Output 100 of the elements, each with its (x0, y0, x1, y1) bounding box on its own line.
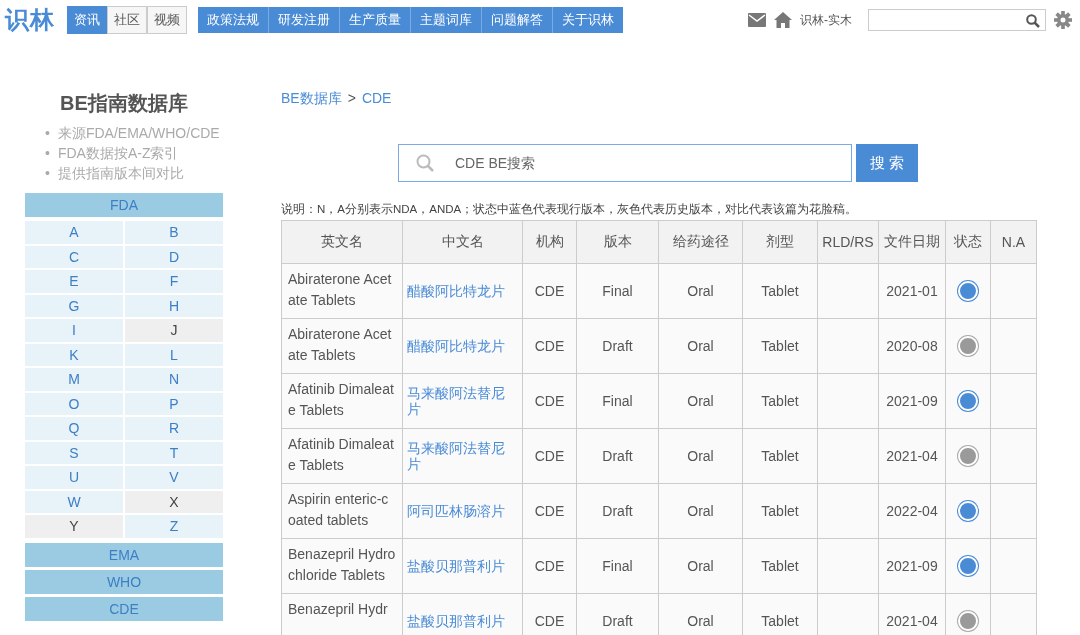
feature-item: 来源FDA/EMA/WHO/CDE (57, 124, 220, 143)
table-cell: Tablet (742, 538, 818, 594)
sidebar-title: BE指南数据库 (59, 91, 189, 116)
breadcrumb-link[interactable]: BE数据库 (281, 90, 342, 108)
letter-index[interactable]: X (125, 490, 223, 513)
search-button[interactable]: 搜 索 (856, 144, 918, 182)
table-cell: Final (576, 263, 659, 319)
letter-index[interactable]: M (25, 368, 123, 391)
mail-icon[interactable] (748, 13, 766, 27)
nav-item[interactable]: 主题词库 (411, 7, 482, 33)
drug-link[interactable]: 阿司匹林肠溶片 (402, 483, 523, 539)
column-header: 机构 (522, 220, 577, 264)
nav-item[interactable]: 关于识林 (553, 7, 623, 33)
table-cell: CDE (522, 428, 577, 484)
search-field[interactable] (868, 9, 1046, 31)
status-dot[interactable] (958, 611, 978, 631)
settings-icon[interactable] (1054, 11, 1072, 29)
feature-item: FDA数据按A-Z索引 (57, 144, 179, 163)
letter-index[interactable]: F (125, 270, 223, 293)
user-name[interactable]: 识林-实木 (800, 11, 852, 29)
letter-index[interactable]: E (25, 270, 123, 293)
category-tab[interactable]: 资讯 (67, 6, 107, 34)
status-dot[interactable] (958, 501, 978, 521)
search-icon[interactable] (1026, 14, 1040, 28)
letter-index[interactable]: A (25, 221, 123, 244)
table-cell: CDE (522, 538, 577, 594)
table-cell: Oral (658, 318, 743, 374)
letter-index[interactable]: T (125, 441, 223, 464)
legend-note: 说明：N，A分别表示NDA，ANDA；状态中蓝色代表现行版本，灰色代表历史版本，对比代表该篇为花脸稿。 (281, 202, 859, 217)
search-field[interactable]: CDE BE搜索 (398, 144, 852, 182)
breadcrumb-link[interactable]: CDE (361, 90, 392, 108)
letter-index[interactable]: C (25, 245, 123, 268)
nav-item[interactable]: 研发注册 (269, 7, 340, 33)
letter-index[interactable]: R (125, 417, 223, 440)
letter-index[interactable]: Y (25, 515, 123, 538)
nav-item[interactable]: 问题解答 (482, 7, 553, 33)
letter-index[interactable]: N (125, 368, 223, 391)
table-cell: Draft (576, 428, 659, 484)
site-logo[interactable]: 识林 (5, 4, 55, 36)
letter-index[interactable]: J (125, 319, 223, 342)
table-cell: Aspirin enteric-coated tablets (281, 483, 403, 539)
table-cell: CDE (522, 593, 577, 635)
table-cell: Final (576, 538, 659, 594)
letter-index[interactable]: I (25, 319, 123, 342)
status-dot[interactable] (958, 336, 978, 356)
column-header: 中文名 (402, 220, 523, 264)
status-dot[interactable] (958, 391, 978, 411)
table-cell: Oral (658, 483, 743, 539)
drug-link[interactable]: 醋酸阿比特龙片 (402, 318, 523, 374)
status-dot[interactable] (958, 446, 978, 466)
source-header[interactable]: FDA (25, 193, 223, 217)
table-cell: Tablet (742, 428, 818, 484)
letter-index[interactable]: G (25, 294, 123, 317)
letter-index[interactable]: L (125, 343, 223, 366)
letter-index[interactable]: V (125, 466, 223, 489)
table-cell: Oral (658, 538, 743, 594)
table-cell: Abiraterone Acetate Tablets (281, 318, 403, 374)
category-tab[interactable]: 视频 (147, 6, 187, 34)
table-cell: 2020-08 (878, 318, 946, 374)
table-cell: 2022-04 (878, 483, 946, 539)
table-cell: Abiraterone Acetate Tablets (281, 263, 403, 319)
table-cell: Draft (576, 483, 659, 539)
feature-item: 提供指南版本间对比 (57, 164, 184, 183)
table-cell: Benazepril Hydr (281, 593, 403, 635)
category-tab[interactable]: 社区 (107, 6, 147, 34)
status-dot[interactable] (958, 281, 978, 301)
source-header[interactable]: EMA (25, 542, 223, 567)
table-cell: Final (576, 373, 659, 429)
letter-index[interactable]: W (25, 490, 123, 513)
letter-index[interactable]: Z (125, 515, 223, 538)
table-cell: CDE (522, 373, 577, 429)
column-header: 状态 (945, 220, 991, 264)
table-cell: Oral (658, 428, 743, 484)
source-header[interactable]: WHO (25, 569, 223, 594)
letter-index[interactable]: B (125, 221, 223, 244)
letter-index[interactable]: H (125, 294, 223, 317)
drug-link[interactable]: 盐酸贝那普利片 (402, 538, 523, 594)
table-cell: Tablet (742, 483, 818, 539)
drug-link[interactable]: 马来酸阿法替尼片 (402, 373, 523, 429)
nav-item[interactable]: 政策法规 (198, 7, 269, 33)
letter-index[interactable]: P (125, 392, 223, 415)
table-cell: Afatinib Dimaleate Tablets (281, 373, 403, 429)
drug-link[interactable]: 马来酸阿法替尼片 (402, 428, 523, 484)
table-cell: Draft (576, 593, 659, 635)
status-dot[interactable] (958, 556, 978, 576)
column-header: N.A (990, 220, 1037, 264)
home-icon[interactable] (774, 12, 792, 28)
breadcrumb-separator: > (347, 90, 356, 108)
table-cell: 2021-04 (878, 428, 946, 484)
bullet-marker: • (45, 144, 50, 163)
letter-index[interactable]: S (25, 441, 123, 464)
nav-item[interactable]: 生产质量 (340, 7, 411, 33)
letter-index[interactable]: Q (25, 417, 123, 440)
letter-index[interactable]: K (25, 343, 123, 366)
letter-index[interactable]: U (25, 466, 123, 489)
source-header[interactable]: CDE (25, 596, 223, 621)
letter-index[interactable]: D (125, 245, 223, 268)
drug-link[interactable]: 盐酸贝那普利片 (402, 593, 523, 635)
drug-link[interactable]: 醋酸阿比特龙片 (402, 263, 523, 319)
letter-index[interactable]: O (25, 392, 123, 415)
